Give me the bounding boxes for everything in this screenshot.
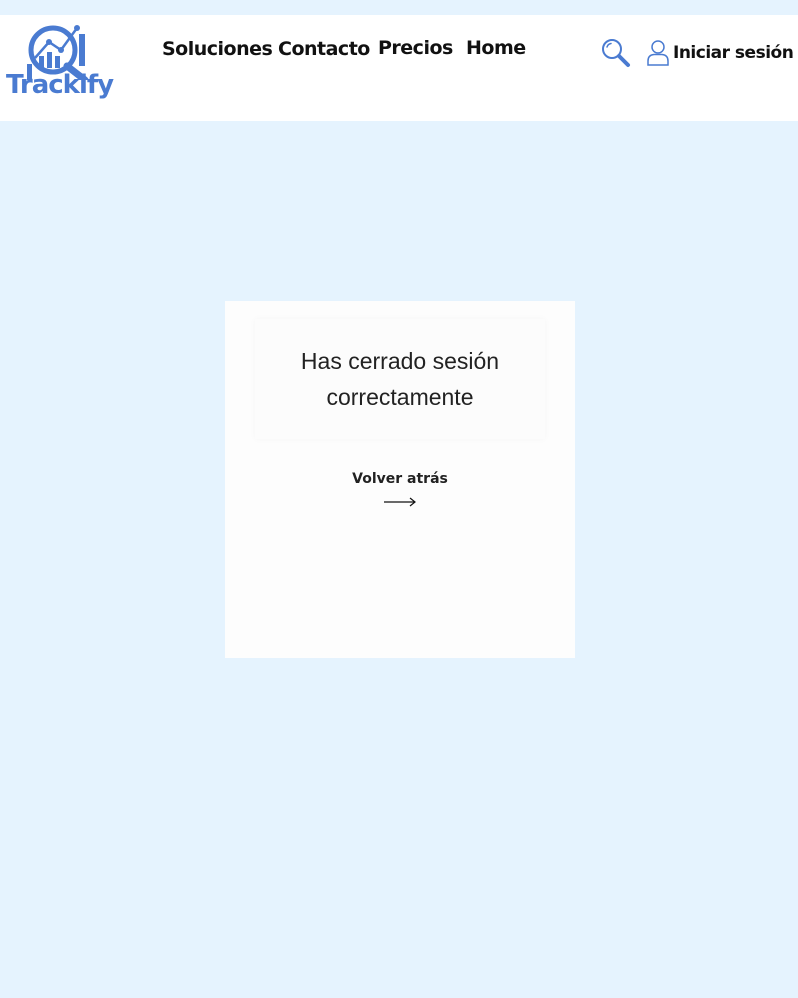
site-header: Trackify Soluciones Contacto Precios Hom… (0, 15, 798, 121)
back-button[interactable]: Volver atrás (225, 471, 575, 507)
login-button[interactable]: Iniciar sesión (646, 37, 794, 69)
logo-wordmark: Trackify (6, 70, 114, 100)
search-button[interactable] (600, 37, 632, 69)
user-icon (647, 40, 669, 66)
nav-item-soluciones[interactable]: Soluciones (162, 39, 273, 60)
nav-item-contacto[interactable]: Contacto (278, 39, 370, 60)
logout-card: Has cerrado sesión correctamente Volver … (225, 301, 575, 658)
logout-message: Has cerrado sesión correctamente (300, 348, 500, 410)
login-label: Iniciar sesión (673, 42, 794, 63)
logout-message-box: Has cerrado sesión correctamente (255, 319, 545, 439)
arrow-right-icon (384, 497, 416, 507)
nav-item-home[interactable]: Home (466, 38, 526, 59)
nav-item-precios[interactable]: Precios (378, 38, 453, 59)
search-icon (602, 39, 630, 67)
trackify-logo[interactable]: Trackify (5, 20, 114, 112)
back-label: Volver atrás (352, 471, 448, 487)
